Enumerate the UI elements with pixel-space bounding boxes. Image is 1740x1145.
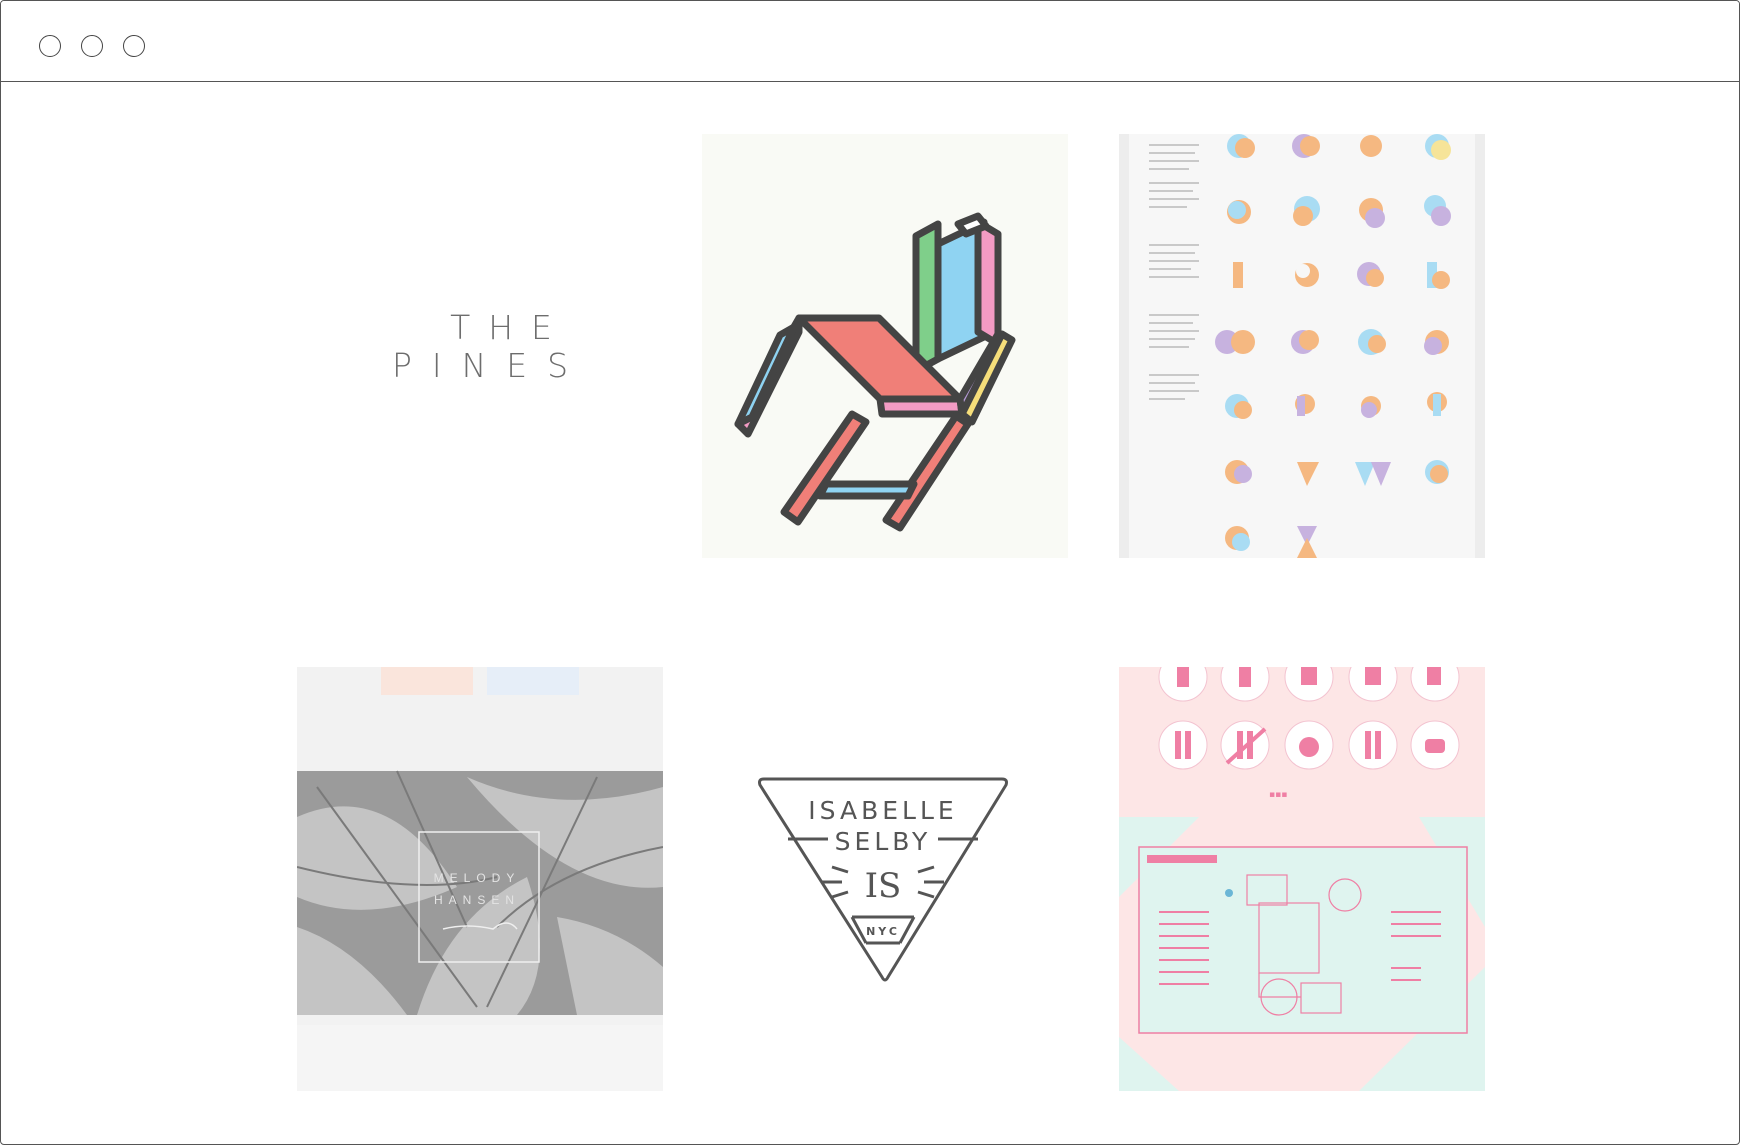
minimize-window-button[interactable]	[81, 35, 103, 57]
melody-hansen-wordmark: MELODY HANSEN	[422, 867, 532, 911]
gallery-item-melody-hansen[interactable]: MELODY HANSEN	[297, 667, 663, 1091]
close-window-button[interactable]	[39, 35, 61, 57]
wordmark-line-1: MELODY	[433, 871, 521, 885]
badge-line-1: ISABELLE	[808, 796, 957, 825]
svg-text:▪▪▪: ▪▪▪	[1269, 790, 1287, 800]
window-titlebar	[1, 1, 1739, 82]
wayfinding-poster-art: ▪▪▪	[1119, 667, 1485, 1091]
gallery-item-isabelle-selby[interactable]: ISABELLE SELBY IS NYC	[702, 667, 1068, 1091]
isabelle-selby-badge: ISABELLE SELBY IS NYC	[758, 777, 1008, 982]
badge-line-2: SELBY	[835, 827, 932, 856]
alphabet-poster-art	[1129, 134, 1475, 558]
wordmark-line-2: HANSEN	[433, 893, 520, 907]
the-pines-logo: THE PINES	[297, 309, 663, 385]
gallery-item-the-pines[interactable]: THE PINES	[297, 134, 663, 558]
gallery-item-alphabet-poster[interactable]	[1119, 134, 1485, 558]
chair-illustration	[734, 212, 1016, 532]
gallery-item-chair[interactable]	[702, 134, 1068, 558]
badge-city: NYC	[866, 925, 900, 938]
maximize-window-button[interactable]	[123, 35, 145, 57]
browser-window: THE PINES MELODY HANSEN ISABELLE SELBY I…	[0, 0, 1740, 1145]
logo-line-2: PINES	[391, 346, 589, 385]
badge-monogram: IS	[865, 866, 902, 906]
gallery-item-wayfinding-poster[interactable]: ▪▪▪	[1119, 667, 1485, 1091]
logo-line-1: THE	[450, 308, 570, 347]
